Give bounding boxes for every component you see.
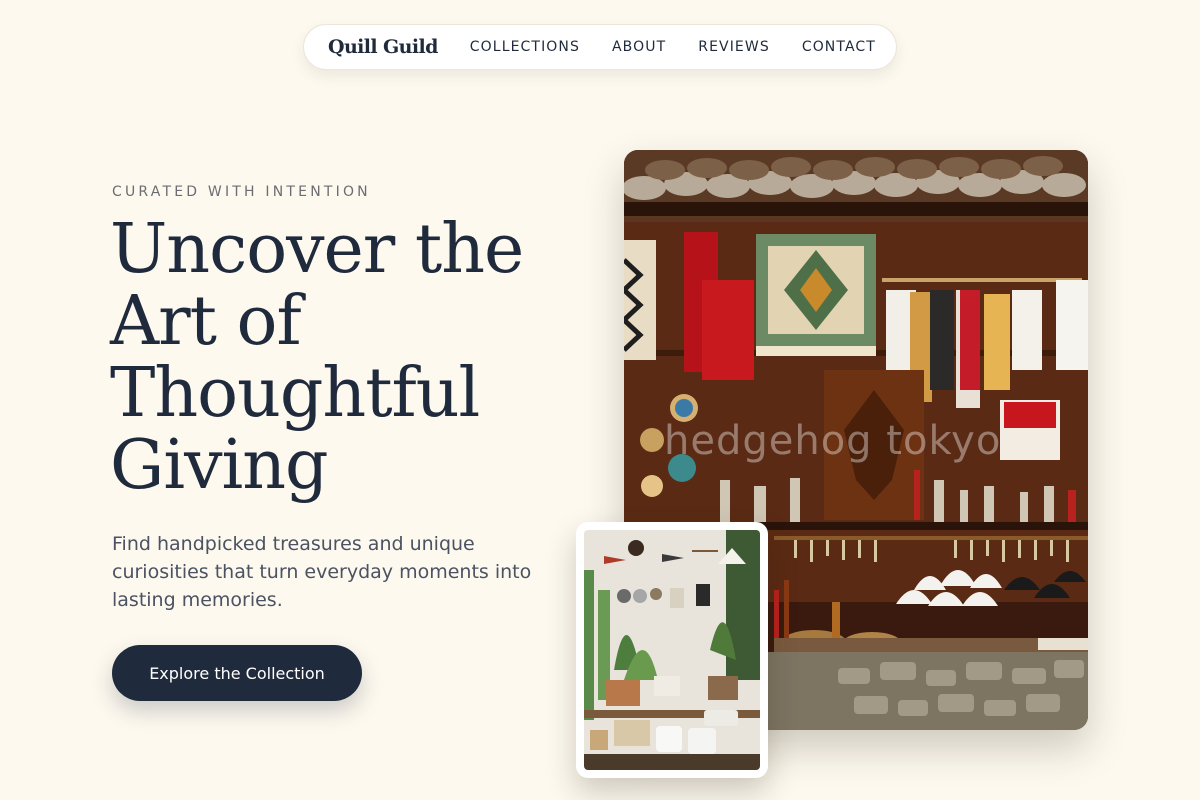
nav-link-about[interactable]: ABOUT (612, 39, 666, 55)
top-nav: Quill Guild COLLECTIONS ABOUT REVIEWS CO… (303, 24, 897, 70)
shop-interior-illustration (584, 530, 760, 770)
shop-interior-photo-frame (584, 530, 760, 770)
shop-interior-photo (576, 522, 768, 778)
nav-link-contact[interactable]: CONTACT (802, 39, 876, 55)
brand-logo[interactable]: Quill Guild (328, 36, 438, 58)
explore-collection-button[interactable]: Explore the Collection (112, 645, 362, 701)
nav-link-collections[interactable]: COLLECTIONS (470, 39, 580, 55)
hero-description: Find handpicked treasures and unique cur… (112, 533, 532, 611)
image-watermark: hedgehog tokyo (664, 418, 1002, 464)
hero-headline: Uncover the Art of Thoughtful Giving (110, 210, 524, 505)
nav-link-reviews[interactable]: REVIEWS (698, 39, 770, 55)
hero-eyebrow: CURATED WITH INTENTION (112, 184, 371, 200)
